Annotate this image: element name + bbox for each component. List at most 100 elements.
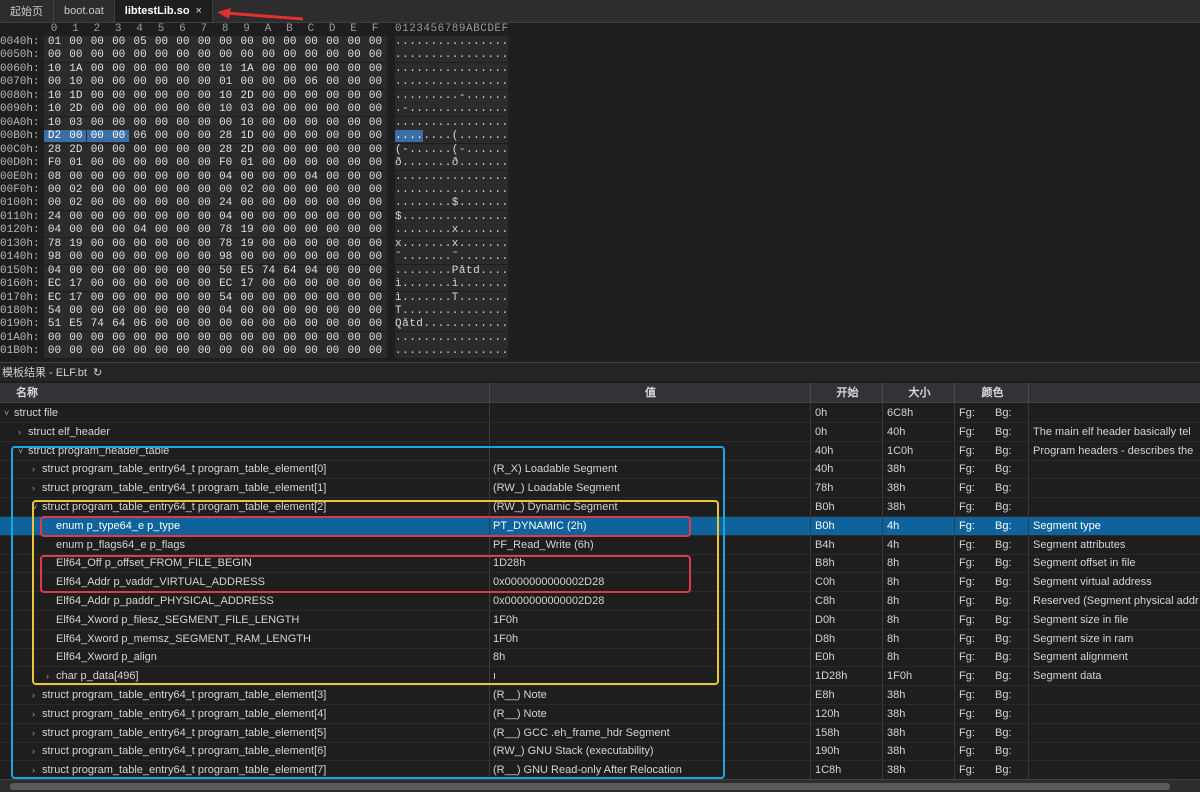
hex-byte[interactable]: 00 (301, 318, 322, 330)
hex-bytes[interactable]: 10 03 00 00 00 00 00 00 00 10 00 00 00 00 00 00 (44, 116, 387, 130)
hex-byte[interactable]: 00 (237, 197, 258, 209)
hex-row[interactable]: 0190h: 51 E5 74 64 06 00 00 00 00 00 00 00 00 00 00 00 Qå… (0, 318, 1200, 332)
hex-byte[interactable]: D2 (44, 130, 65, 143)
hex-byte[interactable]: 19 (237, 238, 258, 250)
hex-byte[interactable]: 00 (237, 171, 258, 183)
hex-ascii[interactable]: .........-...... (395, 89, 508, 103)
hex-byte[interactable]: 00 (215, 36, 236, 48)
hex-ascii[interactable]: .-.............. (395, 103, 508, 117)
hex-byte[interactable]: 00 (258, 76, 279, 88)
hex-byte[interactable]: 00 (322, 278, 343, 290)
grid-row[interactable]: Elf64_Xword p_align 8h E0h 8h Fg: Bg: Segment … (0, 648, 1200, 668)
hex-byte[interactable]: 00 (87, 305, 108, 317)
hex-byte[interactable]: 00 (194, 144, 215, 156)
hex-bytes[interactable]: 10 2D 00 00 00 00 00 00 10 03 00 00 00 00 00 00 (44, 103, 387, 117)
hex-byte[interactable]: 00 (215, 332, 236, 344)
hex-byte[interactable]: 04 (44, 265, 65, 277)
hex-byte[interactable]: 00 (108, 36, 129, 48)
hex-byte[interactable]: 00 (130, 238, 151, 250)
hex-byte[interactable]: 00 (344, 332, 365, 344)
hex-byte[interactable]: 00 (365, 103, 386, 115)
hex-byte[interactable]: 00 (87, 238, 108, 250)
hex-byte[interactable]: 00 (322, 90, 343, 102)
hex-byte[interactable]: 00 (322, 332, 343, 344)
hex-row[interactable]: 00B0h: D2 00 00 00 06 00 00 00 28 1D 00 00 00 00 00 00..… (0, 130, 1200, 144)
hex-byte[interactable]: 10 (44, 63, 65, 75)
hex-byte[interactable]: 00 (279, 345, 300, 357)
hex-byte[interactable]: EC (44, 278, 65, 290)
hex-ascii[interactable]: ................ (395, 183, 508, 197)
hex-byte[interactable]: 00 (215, 318, 236, 330)
hex-byte[interactable]: 00 (344, 117, 365, 129)
grid-row[interactable]: Elf64_Xword p_memsz_SEGMENT_RAM_LENGTH 1F… (0, 629, 1200, 649)
hex-row[interactable]: 0090h: 10 2D 00 00 00 00 00 00 10 03 00 00 00 00 00 00 .-… (0, 103, 1200, 117)
hex-byte[interactable]: 00 (130, 197, 151, 209)
hex-byte[interactable]: 08 (44, 171, 65, 183)
hex-byte[interactable]: 00 (365, 265, 386, 277)
hex-byte[interactable]: 00 (258, 171, 279, 183)
hex-byte[interactable]: 00 (44, 76, 65, 88)
hex-row[interactable]: 0070h: 00 10 00 00 00 00 00 00 01 00 00 00 06 00 00 00..… (0, 76, 1200, 90)
hex-ascii[interactable]: T............... (395, 305, 508, 318)
column-header-size[interactable]: 大小 (885, 383, 955, 403)
hex-byte[interactable]: 00 (194, 211, 215, 223)
grid-row[interactable]: › char p_data[496] ı 1D28h 1F0h Fg: Bg: Segment… (0, 667, 1200, 687)
chevron-right-icon[interactable]: › (32, 460, 42, 478)
hex-byte[interactable]: 00 (344, 278, 365, 290)
hex-byte[interactable]: 00 (151, 197, 172, 209)
hex-byte[interactable]: 00 (130, 184, 151, 196)
hex-byte[interactable]: EC (215, 278, 236, 290)
hex-byte[interactable]: 00 (258, 305, 279, 317)
hex-byte[interactable]: 00 (108, 76, 129, 88)
hex-bytes[interactable]: 78 19 00 00 00 00 00 00 78 19 00 00 00 00 00 00 (44, 237, 387, 251)
hex-byte[interactable]: 78 (44, 238, 65, 250)
hex-byte[interactable]: 00 (172, 224, 193, 236)
hex-byte[interactable]: 00 (44, 197, 65, 209)
hex-bytes[interactable]: 51 E5 74 64 06 00 00 00 00 00 00 00 00 00 00 00 (44, 318, 387, 332)
hex-byte[interactable]: 00 (322, 345, 343, 357)
hex-byte[interactable]: 00 (130, 345, 151, 357)
hex-byte[interactable]: 00 (87, 184, 108, 196)
hex-byte[interactable]: 00 (65, 265, 86, 277)
horizontal-scrollbar[interactable] (0, 779, 1200, 792)
hex-byte[interactable]: 28 (215, 144, 236, 156)
hex-byte[interactable]: 00 (365, 49, 386, 61)
grid-row[interactable]: › struct elf_header 0h 40h Fg: Bg: The main el… (0, 422, 1200, 442)
hex-row[interactable]: 00F0h: 00 02 00 00 00 00 00 00 00 02 00 00 00 00 00 00..… (0, 183, 1200, 197)
hex-byte[interactable]: 00 (194, 265, 215, 277)
hex-byte[interactable]: 00 (279, 144, 300, 156)
hex-byte[interactable]: E5 (65, 318, 86, 330)
hex-byte[interactable]: 10 (215, 63, 236, 75)
hex-byte[interactable]: 00 (344, 238, 365, 250)
hex-byte[interactable]: 10 (44, 103, 65, 115)
chevron-down-icon[interactable]: ˅ (18, 442, 28, 460)
hex-byte[interactable]: 00 (215, 49, 236, 61)
hex-byte[interactable]: 00 (87, 211, 108, 223)
hex-byte[interactable]: 00 (215, 345, 236, 357)
hex-byte[interactable]: 00 (151, 305, 172, 317)
hex-row[interactable]: 0080h: 10 1D 00 00 00 00 00 00 10 2D 00 00 00 00 00 00..… (0, 89, 1200, 103)
hex-byte[interactable]: 00 (258, 224, 279, 236)
hex-byte[interactable]: 00 (172, 318, 193, 330)
hex-byte[interactable]: 00 (151, 345, 172, 357)
hex-byte[interactable]: 78 (215, 224, 236, 236)
grid-row[interactable]: › struct program_table_entry64_t program_… (0, 761, 1200, 779)
hex-byte[interactable]: 00 (194, 278, 215, 290)
hex-byte[interactable]: 00 (151, 90, 172, 102)
hex-byte[interactable]: 24 (44, 211, 65, 223)
hex-byte[interactable]: 00 (258, 251, 279, 263)
hex-byte[interactable]: 00 (258, 278, 279, 290)
hex-byte[interactable]: 00 (44, 332, 65, 344)
hex-byte[interactable]: 10 (237, 117, 258, 129)
hex-byte[interactable]: 17 (65, 278, 86, 290)
hex-byte[interactable]: 03 (237, 103, 258, 115)
hex-byte[interactable]: 00 (301, 332, 322, 344)
tab-boot-oat[interactable]: boot.oat (54, 0, 115, 22)
hex-byte[interactable]: 00 (172, 278, 193, 290)
hex-byte[interactable]: 00 (237, 36, 258, 48)
hex-byte[interactable]: 54 (44, 305, 65, 317)
hex-bytes[interactable]: 10 1A 00 00 00 00 00 00 10 1A 00 00 00 00 00 00 (44, 62, 387, 76)
hex-byte[interactable]: 00 (258, 36, 279, 48)
hex-byte[interactable]: 00 (87, 224, 108, 236)
hex-byte[interactable]: 51 (44, 318, 65, 330)
